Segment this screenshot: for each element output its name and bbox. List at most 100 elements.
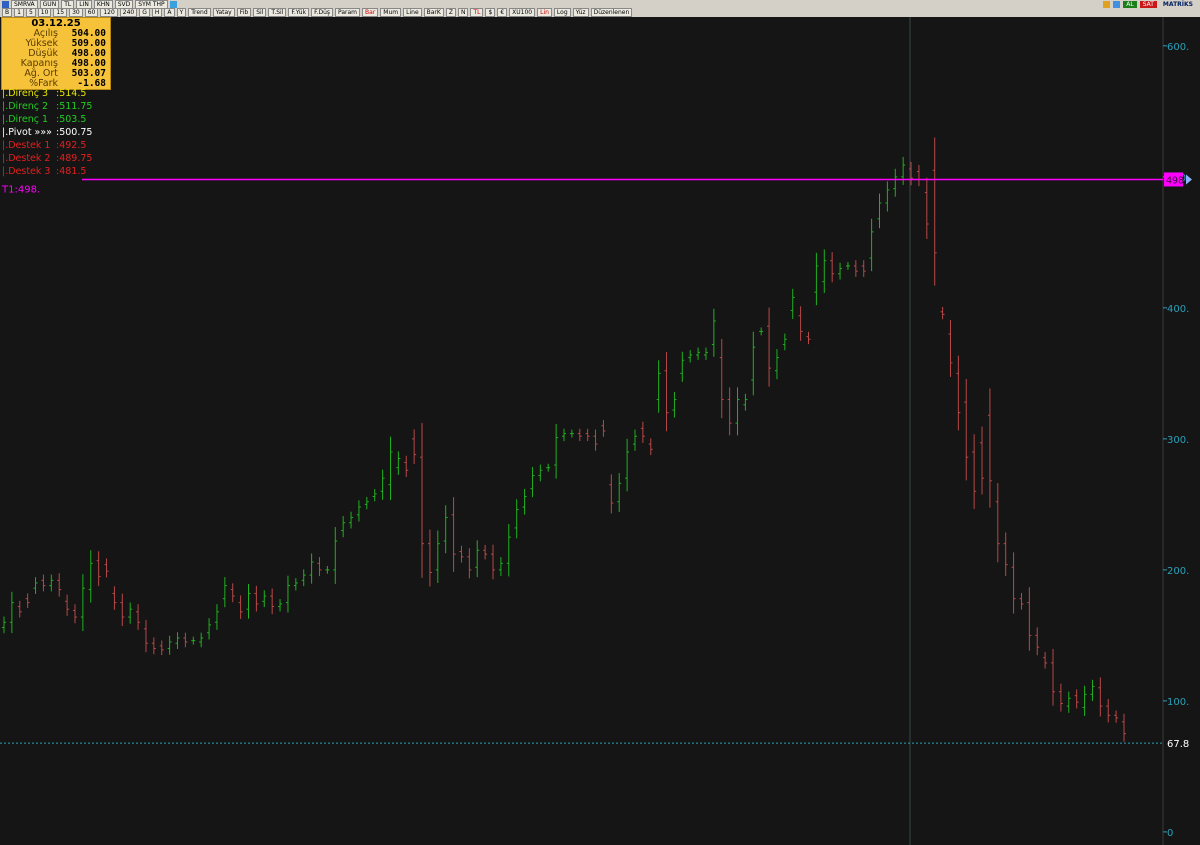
ohlc-bar (893, 168, 898, 197)
toolbar-button-20[interactable]: Param (335, 7, 361, 17)
ohlc-bar (924, 177, 929, 239)
toolbar-button-22[interactable]: Mum (380, 7, 402, 17)
toolbar-button-25[interactable]: Z (445, 7, 456, 17)
ohlc-bar (1003, 532, 1008, 576)
toolbar-button-10[interactable]: H (151, 7, 163, 17)
ohlc-bar (838, 262, 843, 280)
ohlc-bar (964, 378, 969, 481)
pivot-label: |.Direnç 2 (2, 101, 49, 112)
pivot-row: |.Pivot »»»:500.75 (2, 126, 92, 139)
twitter-icon[interactable] (169, 0, 177, 8)
toolbar-button-1[interactable]: 1 (14, 7, 24, 17)
ohlc-bar (491, 544, 496, 580)
ohlc-bar (703, 347, 708, 360)
ohlc-bar (577, 428, 582, 442)
ohlc-bar (57, 573, 62, 597)
ohlc-bar (625, 438, 630, 492)
toolbar-button-7[interactable]: 120 (100, 7, 118, 17)
ohlc-bar (869, 218, 874, 272)
ohlc-bar (396, 451, 401, 475)
ohlc-bar (554, 423, 559, 479)
buy-button[interactable]: AL (1123, 0, 1137, 8)
pivot-row: |.Destek 2:489.75 (2, 152, 92, 165)
toolbar-button-2[interactable]: 5 (25, 7, 36, 17)
toolbar-button-26[interactable]: N (457, 7, 469, 17)
toolbar-button-13[interactable]: Trend (188, 7, 211, 17)
toolbar-button-9[interactable]: G (139, 7, 150, 17)
toolbar-button-15[interactable]: Fib (236, 7, 252, 17)
ohlc-bar (1074, 689, 1079, 709)
ohlc-bar (136, 604, 141, 630)
toolbar-button-31[interactable]: Lin (537, 7, 552, 17)
pivot-value: :492.5 (56, 140, 87, 151)
price-chart[interactable]: 0100.200.300.400.500.600.T1:498.49867.8 (0, 17, 1200, 845)
toolbar-button-17[interactable]: T.Sil (268, 7, 287, 17)
ohlc-bar (207, 618, 212, 640)
toolbar-button-0[interactable]: B (2, 7, 13, 17)
ohlc-bar (995, 483, 1000, 563)
ohlc-bar (530, 467, 535, 498)
toolbar-button-4[interactable]: 15 (53, 7, 68, 17)
toolbar-button-18[interactable]: F.Yük (288, 7, 310, 17)
toolbar-button-32[interactable]: Log (553, 7, 571, 17)
y-tick-label: 400. (1167, 304, 1189, 315)
ohlc-bar (916, 164, 921, 187)
toolbar-button-19[interactable]: F.Düş (311, 7, 334, 17)
pivot-value: :481.5 (56, 166, 87, 177)
toolbar-button-21[interactable]: Bar (362, 7, 379, 17)
ohlc-bar (774, 349, 779, 380)
ohlc-bar (88, 550, 93, 603)
ohlc-bar (514, 499, 519, 539)
toolbar-button-14[interactable]: Yatay (212, 7, 235, 17)
ohlc-bar (325, 565, 330, 574)
ohlc-bar (901, 156, 906, 185)
settings-icon[interactable] (1103, 0, 1111, 8)
toolbar-button-8[interactable]: 240 (119, 7, 138, 17)
ohlc-bar (1027, 587, 1032, 651)
ohlc-bar (372, 489, 377, 502)
ohlc-bar (538, 464, 543, 482)
ohlc-bar (1082, 685, 1087, 716)
ohlc-bar (467, 548, 472, 579)
toolbar-button-30[interactable]: XU100 (509, 7, 536, 17)
ohlc-bar (388, 436, 393, 501)
ohlc-bar (696, 347, 701, 360)
ohlc-bar (593, 429, 598, 451)
ohlc-bar (49, 574, 54, 592)
ohlc-bar (443, 505, 448, 554)
pivot-levels: |.Direnç 3:514.5 |.Direnç 2:511.75 |.Diren… (2, 87, 92, 178)
ohlc-bar (175, 632, 180, 650)
toolbar-button-34[interactable]: Düzenlenen (590, 7, 633, 17)
toolbar-button-29[interactable]: € (497, 7, 508, 17)
ohlc-bar (987, 388, 992, 508)
toolbar-button-33[interactable]: Yüz (572, 7, 589, 17)
toolbar-button-3[interactable]: 10 (37, 7, 52, 17)
ohlc-bar (420, 423, 425, 578)
ohlc-bar (759, 327, 764, 336)
pivot-value: :489.75 (56, 153, 93, 164)
symbol-icon[interactable] (2, 0, 9, 8)
ohlc-bar (711, 308, 716, 357)
pivot-value: :503.5 (56, 114, 87, 125)
ohlc-bar (427, 529, 432, 587)
toolbar-button-6[interactable]: 60 (84, 7, 99, 17)
ohlc-bar (1122, 713, 1126, 742)
toolbar-button-11[interactable]: A (164, 7, 175, 17)
pivot-row: |.Direnç 2:511.75 (2, 100, 92, 113)
help-icon[interactable] (1113, 0, 1121, 8)
toolbar-button-23[interactable]: Line (403, 7, 422, 17)
toolbar-button-12[interactable]: Y (176, 7, 187, 17)
ohlc-bar (688, 350, 693, 363)
ohlc-bar (980, 426, 985, 495)
sell-button[interactable]: SAT (1139, 0, 1157, 8)
toolbar-button-24[interactable]: BarK (423, 7, 444, 17)
ohlc-bar (932, 137, 937, 286)
toolbar-button-27[interactable]: TL (470, 7, 484, 17)
ohlc-bar (404, 455, 409, 477)
ohlc-bar (743, 393, 748, 411)
ohlc-bar (143, 619, 148, 653)
toolbar-button-16[interactable]: Sil (253, 7, 267, 17)
toolbar-button-28[interactable]: $ (485, 7, 496, 17)
pivot-value: :500.75 (56, 127, 93, 138)
toolbar-button-5[interactable]: 30 (69, 7, 83, 17)
